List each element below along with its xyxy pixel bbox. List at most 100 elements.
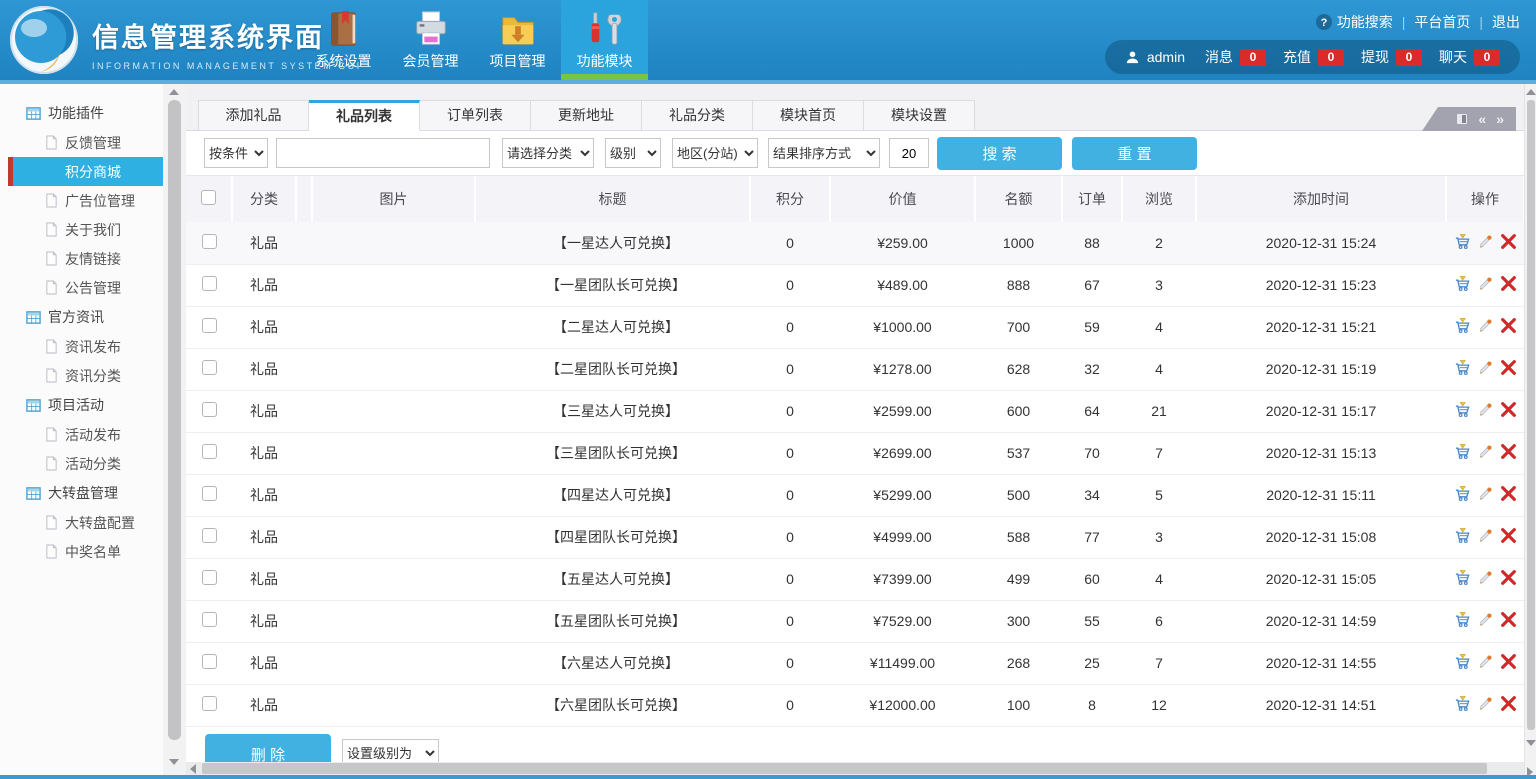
- row-checkbox[interactable]: [202, 696, 217, 711]
- sort-select[interactable]: 结果排序方式: [768, 138, 880, 168]
- user-stat-label[interactable]: 消息: [1205, 47, 1233, 67]
- cart-icon[interactable]: [1454, 485, 1471, 502]
- tab[interactable]: 订单列表: [420, 100, 531, 131]
- count-badge[interactable]: 0: [1318, 49, 1344, 66]
- cart-icon[interactable]: [1454, 317, 1471, 334]
- row-checkbox[interactable]: [202, 486, 217, 501]
- delete-icon[interactable]: [1500, 233, 1517, 250]
- tab[interactable]: 更新地址: [531, 100, 642, 131]
- edit-icon[interactable]: [1477, 653, 1494, 670]
- sidebar-group[interactable]: 功能插件: [0, 98, 163, 128]
- edit-icon[interactable]: [1477, 527, 1494, 544]
- sidebar-item[interactable]: 反馈管理: [8, 128, 163, 157]
- row-checkbox[interactable]: [202, 402, 217, 417]
- cart-icon[interactable]: [1454, 275, 1471, 292]
- user-stat-label[interactable]: 聊天: [1439, 47, 1467, 67]
- category-select[interactable]: 请选择分类: [502, 138, 594, 168]
- delete-icon[interactable]: [1500, 611, 1517, 628]
- edit-icon[interactable]: [1477, 443, 1494, 460]
- cart-icon[interactable]: [1454, 569, 1471, 586]
- user-stat-label[interactable]: 提现: [1361, 47, 1389, 67]
- scroll-down-icon[interactable]: [1526, 740, 1536, 746]
- tab[interactable]: 礼品列表: [309, 100, 420, 131]
- sidebar-item[interactable]: 关于我们: [8, 215, 163, 244]
- sidebar-group[interactable]: 大转盘管理: [0, 478, 163, 508]
- delete-icon[interactable]: [1500, 317, 1517, 334]
- count-badge[interactable]: 0: [1240, 49, 1266, 66]
- select-all-checkbox[interactable]: [201, 190, 216, 205]
- scroll-left-icon[interactable]: [190, 764, 196, 774]
- cart-icon[interactable]: [1454, 401, 1471, 418]
- horizontal-scrollbar-thumb[interactable]: [202, 763, 1487, 774]
- edit-icon[interactable]: [1477, 275, 1494, 292]
- edit-icon[interactable]: [1477, 401, 1494, 418]
- tab[interactable]: 模块首页: [753, 100, 864, 131]
- sidebar-group[interactable]: 项目活动: [0, 390, 163, 420]
- sidebar-item[interactable]: 活动分类: [8, 449, 163, 478]
- cart-icon[interactable]: [1454, 359, 1471, 376]
- tab[interactable]: 添加礼品: [198, 100, 309, 131]
- edit-icon[interactable]: [1477, 317, 1494, 334]
- nav-item[interactable]: 会员管理: [387, 0, 474, 80]
- search-button[interactable]: 搜 索: [937, 137, 1062, 170]
- sidebar-item[interactable]: 中奖名单: [8, 537, 163, 566]
- delete-icon[interactable]: [1500, 695, 1517, 712]
- row-checkbox[interactable]: [202, 360, 217, 375]
- row-checkbox[interactable]: [202, 654, 217, 669]
- nav-item[interactable]: 项目管理: [474, 0, 561, 80]
- count-badge[interactable]: 0: [1396, 49, 1422, 66]
- sidebar-scrollbar-thumb[interactable]: [168, 100, 181, 740]
- delete-icon[interactable]: [1500, 653, 1517, 670]
- delete-icon[interactable]: [1500, 569, 1517, 586]
- edit-icon[interactable]: [1477, 233, 1494, 250]
- cart-icon[interactable]: [1454, 695, 1471, 712]
- delete-icon[interactable]: [1500, 359, 1517, 376]
- nav-item[interactable]: 功能模块: [561, 0, 648, 80]
- row-checkbox[interactable]: [202, 570, 217, 585]
- top-link[interactable]: ?功能搜索: [1316, 12, 1393, 32]
- delete-icon[interactable]: [1500, 401, 1517, 418]
- sidebar-scrollbar[interactable]: [163, 84, 186, 779]
- sidebar-item[interactable]: 积分商城: [8, 157, 163, 186]
- edit-icon[interactable]: [1477, 695, 1494, 712]
- scroll-up-icon[interactable]: [169, 89, 179, 95]
- row-checkbox[interactable]: [202, 444, 217, 459]
- condition-select[interactable]: 按条件: [204, 138, 268, 168]
- collapse-left-icon[interactable]: «: [1478, 111, 1486, 127]
- level-select[interactable]: 级别: [605, 138, 661, 168]
- cart-icon[interactable]: [1454, 233, 1471, 250]
- top-link[interactable]: 平台首页: [1414, 12, 1470, 32]
- vertical-scrollbar[interactable]: [1524, 84, 1536, 779]
- delete-icon[interactable]: [1500, 485, 1517, 502]
- user-stat-label[interactable]: 充值: [1283, 47, 1311, 67]
- reset-button[interactable]: 重 置: [1072, 137, 1197, 170]
- cart-icon[interactable]: [1454, 527, 1471, 544]
- cart-icon[interactable]: [1454, 653, 1471, 670]
- cart-icon[interactable]: [1454, 443, 1471, 460]
- panel-icon[interactable]: [1456, 113, 1468, 125]
- edit-icon[interactable]: [1477, 569, 1494, 586]
- nav-item[interactable]: 系统设置: [300, 0, 387, 80]
- sidebar-item[interactable]: 公告管理: [8, 273, 163, 302]
- scroll-down-icon[interactable]: [169, 759, 179, 765]
- sidebar-item[interactable]: 资讯发布: [8, 332, 163, 361]
- row-checkbox[interactable]: [202, 276, 217, 291]
- edit-icon[interactable]: [1477, 485, 1494, 502]
- tab[interactable]: 模块设置: [864, 100, 975, 131]
- delete-icon[interactable]: [1500, 443, 1517, 460]
- top-link[interactable]: 退出: [1492, 12, 1520, 32]
- sidebar-item[interactable]: 广告位管理: [8, 186, 163, 215]
- sidebar-item[interactable]: 资讯分类: [8, 361, 163, 390]
- row-checkbox[interactable]: [202, 318, 217, 333]
- region-select[interactable]: 地区(分站): [672, 138, 758, 168]
- count-badge[interactable]: 0: [1474, 49, 1500, 66]
- sidebar-item[interactable]: 友情链接: [8, 244, 163, 273]
- edit-icon[interactable]: [1477, 359, 1494, 376]
- keyword-input[interactable]: [276, 138, 490, 168]
- delete-icon[interactable]: [1500, 275, 1517, 292]
- cart-icon[interactable]: [1454, 611, 1471, 628]
- sidebar-group[interactable]: 官方资讯: [0, 302, 163, 332]
- row-checkbox[interactable]: [202, 612, 217, 627]
- tab[interactable]: 礼品分类: [642, 100, 753, 131]
- sidebar-item[interactable]: 活动发布: [8, 420, 163, 449]
